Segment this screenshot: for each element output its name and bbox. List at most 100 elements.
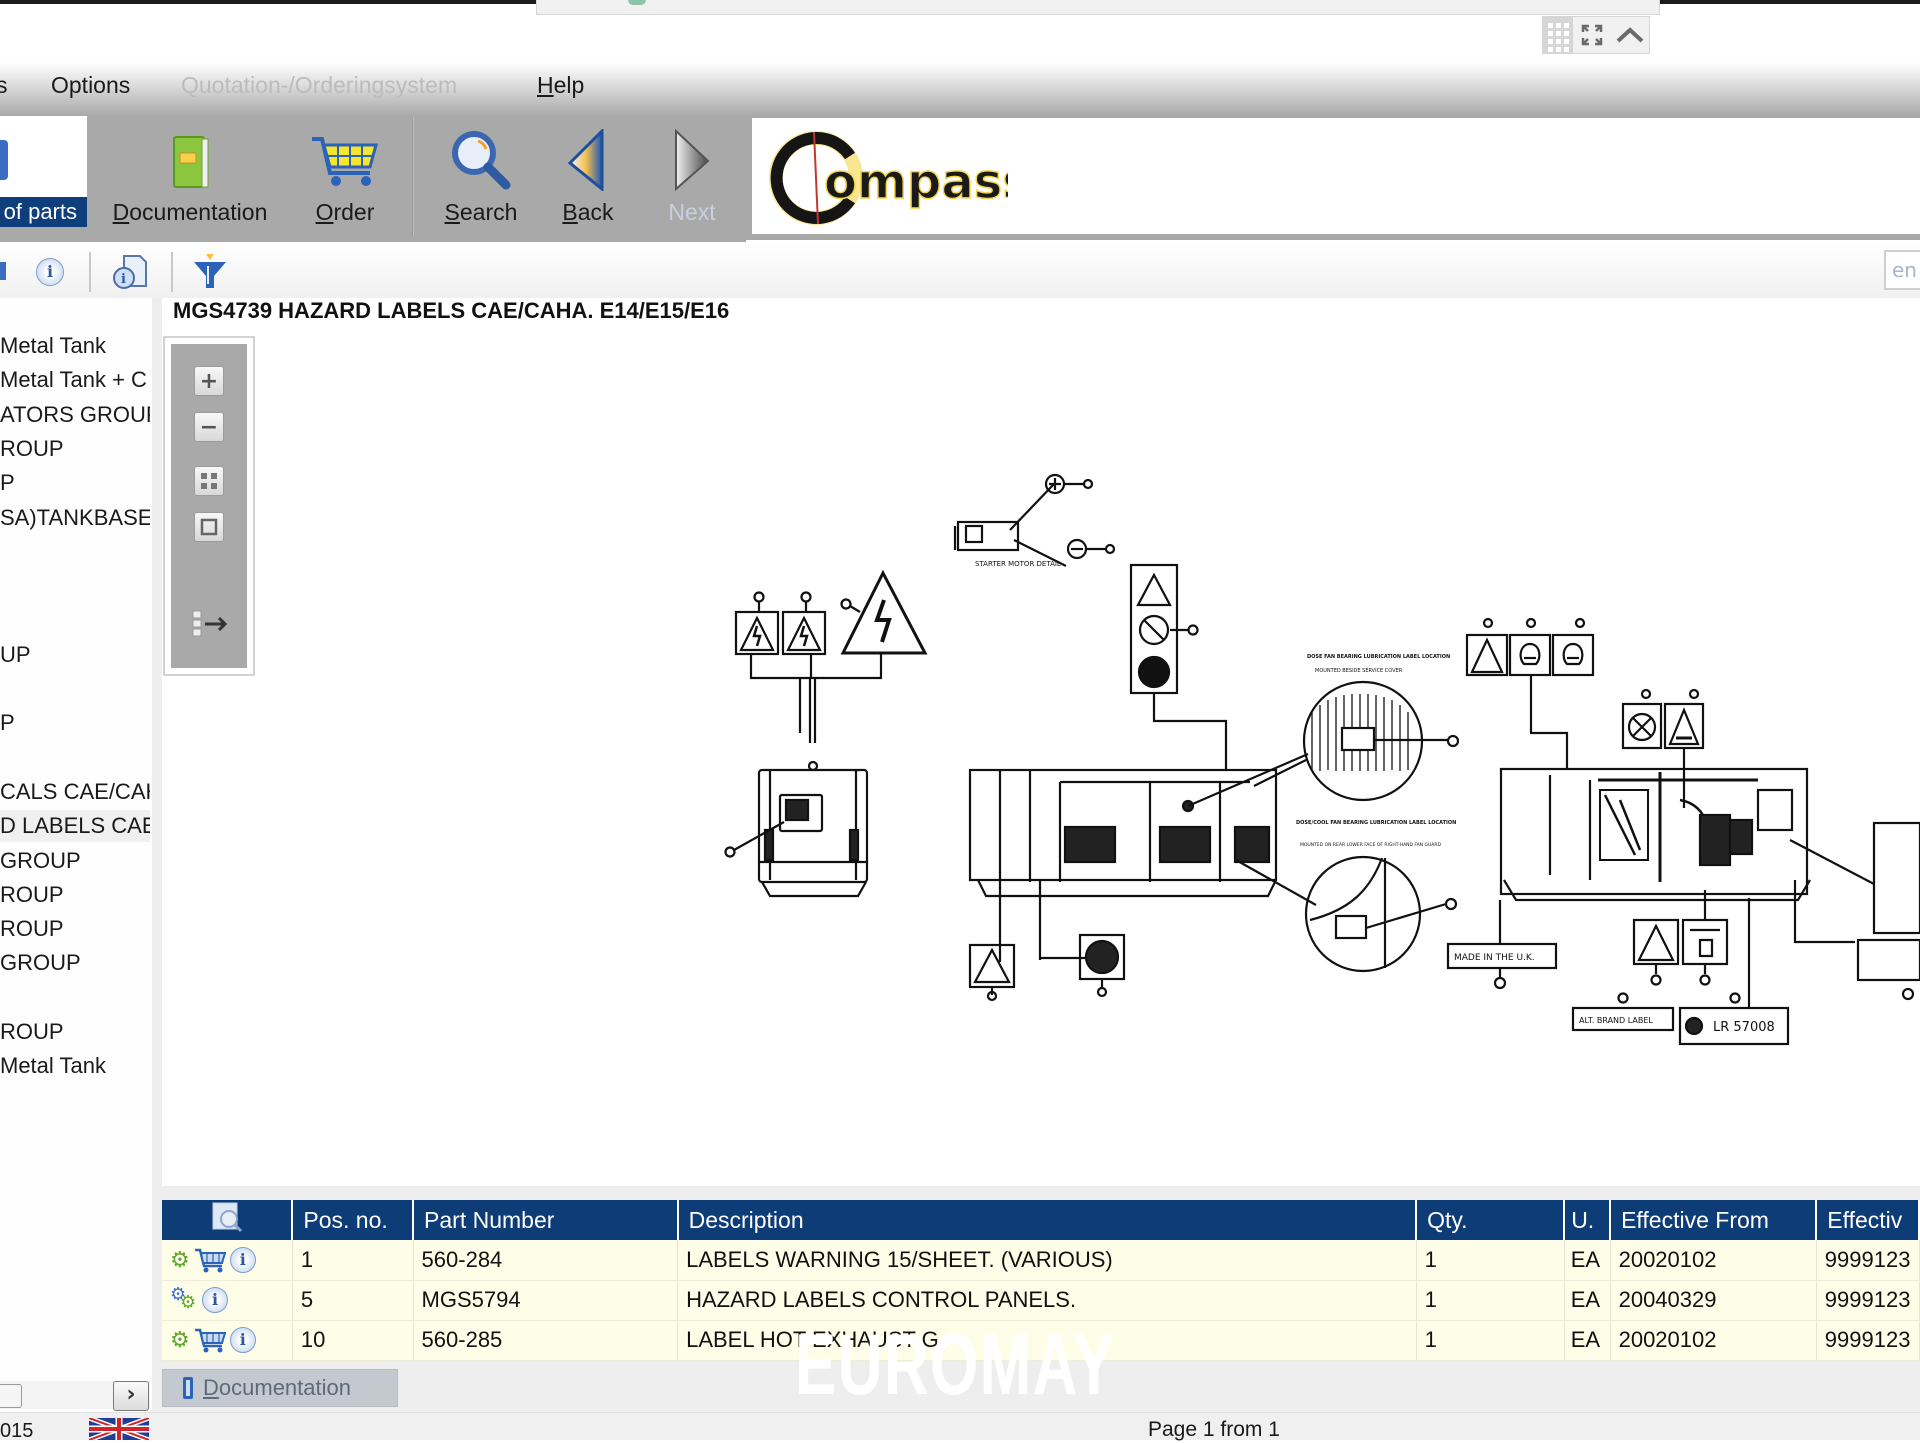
menu-item-help[interactable]: Help	[537, 72, 584, 99]
tree-item[interactable]	[0, 604, 150, 636]
tree-item[interactable]: P	[0, 707, 150, 739]
book-icon	[173, 136, 209, 188]
tree-item[interactable]: SA)TANKBASE.	[0, 502, 150, 534]
tree-item[interactable]: ATORS GROUP	[0, 399, 150, 431]
watermark: EUROMAY	[795, 1317, 1116, 1413]
zoom-in-icon[interactable]: +	[194, 366, 224, 396]
right-bottom-labels	[1446, 821, 1920, 1046]
row-description: HAZARD LABELS CONTROL PANELS.	[677, 1280, 1417, 1321]
info-icon[interactable]: i	[229, 1327, 256, 1353]
splitter[interactable]	[152, 298, 162, 1412]
tree-item[interactable]	[0, 982, 150, 1014]
chevron-up-icon[interactable]	[1611, 17, 1649, 53]
tree-item[interactable]: ROUP	[0, 913, 150, 945]
documentation-tab-label: Documentation	[203, 1375, 351, 1400]
info-icon[interactable]: i	[229, 1246, 256, 1273]
tree-item[interactable]: Metal Tank + C	[0, 364, 150, 396]
tree-item[interactable]: GROUP	[0, 845, 150, 877]
tree-item[interactable]	[0, 536, 150, 568]
column-header-part-number[interactable]: Part Number	[413, 1200, 679, 1240]
next-label: Next	[668, 199, 716, 225]
row-description: LABELS WARNING 15/SHEET. (VARIOUS)	[677, 1240, 1417, 1281]
row-qty: 1	[1416, 1320, 1565, 1361]
tree-item[interactable]: ROUP	[0, 879, 150, 911]
tree-item[interactable]: ROUP	[0, 433, 150, 465]
row-effective-to: 9999123	[1816, 1280, 1920, 1321]
floating-indicator	[628, 0, 646, 5]
parts-list-label[interactable]: of parts	[0, 197, 87, 227]
filter-icon[interactable]	[190, 252, 230, 290]
drawing-canvas[interactable]: STARTER MOTOR DETAIL MADE IN THE U.K. AL…	[162, 336, 1920, 1186]
row-part-number: 560-284	[413, 1240, 679, 1281]
tree-item[interactable]: P	[0, 467, 150, 499]
tree-item[interactable]	[0, 570, 150, 602]
tree-item[interactable]: UP	[0, 639, 150, 671]
separator	[171, 252, 173, 292]
column-header-pos[interactable]: Pos. no.	[292, 1200, 415, 1240]
info-icon[interactable]: i	[36, 258, 64, 286]
row-unit: EA	[1564, 1320, 1611, 1361]
compass-logo-icon: ompass	[769, 131, 1008, 225]
cart-icon[interactable]	[194, 1327, 226, 1353]
status-bar	[0, 1412, 1920, 1440]
cart-icon[interactable]	[194, 1247, 226, 1273]
row-effective-from: 20040329	[1610, 1280, 1817, 1321]
tree-item[interactable]: Metal Tank	[0, 330, 150, 362]
main-generator	[968, 752, 1317, 962]
scrollbar-thumb[interactable]	[0, 1384, 22, 1408]
alt-brand-label: ALT. BRAND LABEL	[1579, 1016, 1653, 1025]
expand-icon[interactable]	[1573, 17, 1611, 53]
tree-item[interactable]	[0, 673, 150, 705]
zoom-out-icon[interactable]: −	[194, 412, 224, 442]
row-effective-from: 20020102	[1610, 1320, 1817, 1361]
hazard-label-group-left	[734, 569, 928, 743]
tree-item[interactable]: GROUP	[0, 947, 150, 979]
uk-flag-icon[interactable]	[89, 1418, 149, 1440]
column-header-description[interactable]: Description	[677, 1200, 1418, 1240]
table-row[interactable]: ⚙ i 1 560-284 LABELS WARNING 15/SHEET. (VARI…	[162, 1240, 1920, 1281]
fit-all-icon[interactable]	[194, 466, 224, 496]
logo-text: ompass	[824, 154, 1008, 210]
column-header-unit[interactable]: U.	[1564, 1200, 1612, 1240]
bearing-bottom-title: DOSE/COOL FAN BEARING LUBRICATION LABEL …	[1296, 820, 1456, 826]
row-effective-from: 20020102	[1610, 1240, 1817, 1281]
fit-window-icon[interactable]	[194, 512, 224, 542]
grid-icon[interactable]	[1543, 17, 1573, 53]
scroll-right-button[interactable]: ›	[113, 1381, 149, 1411]
language-input[interactable]: en	[1884, 250, 1920, 290]
column-header-effective-from[interactable]: Effective From	[1610, 1200, 1818, 1240]
column-header-effective-to[interactable]: Effectiv	[1816, 1200, 1920, 1240]
search-label: Search	[444, 199, 518, 225]
gears-icon[interactable]: ⚙ ⚙	[170, 1285, 198, 1313]
gear-icon[interactable]: ⚙	[170, 1329, 190, 1351]
menu-item-partial[interactable]: s	[0, 72, 8, 99]
table-row[interactable]: ⚙ ⚙ i 5 MGS5794 HAZARD LABELS CONTROL PANELS.…	[162, 1280, 1920, 1321]
cart-icon	[312, 137, 378, 186]
column-header-qty[interactable]: Qty.	[1416, 1200, 1566, 1240]
order-button[interactable]: Order	[300, 116, 390, 234]
tree-item[interactable]: CALS CAE/CAH	[0, 776, 150, 808]
document-icon	[183, 1377, 193, 1399]
back-button[interactable]: Back	[548, 116, 628, 234]
next-button: Next	[652, 116, 732, 234]
row-actions: ⚙ ⚙ i	[162, 1280, 293, 1321]
info-icon[interactable]: i	[202, 1287, 228, 1313]
tree-item[interactable]: ROUP	[0, 1016, 150, 1048]
row-actions: ⚙ i	[162, 1240, 293, 1281]
menu-item-options[interactable]: Options	[51, 72, 130, 99]
tree-icon-partial	[0, 262, 6, 280]
document-info-icon[interactable]: i	[110, 252, 150, 292]
tree-item[interactable]: Metal Tank	[0, 1050, 150, 1082]
column-header-icons[interactable]	[162, 1200, 294, 1240]
menu-item-quotation: Quotation-/Orderingsystem	[181, 72, 458, 98]
tree-item[interactable]	[0, 742, 150, 774]
search-button[interactable]: Search	[436, 116, 526, 234]
tree-item[interactable]: D LABELS CAE/	[0, 810, 150, 843]
documentation-label: Documentation	[112, 199, 268, 225]
documentation-tab-button[interactable]: Documentation	[162, 1369, 398, 1407]
right-generator	[1499, 767, 1811, 902]
gear-icon[interactable]: ⚙	[170, 1248, 190, 1271]
export-list-icon[interactable]	[191, 609, 231, 639]
documentation-button[interactable]: Documentation	[104, 116, 276, 234]
parts-tree: Metal Tank Metal Tank + C ATORS GROUP ROUP P…	[0, 298, 152, 1378]
